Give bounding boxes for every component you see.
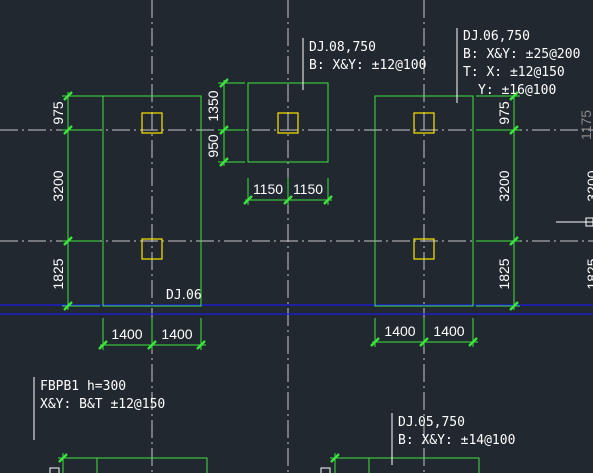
- dim-right-v-top: 975: [496, 101, 512, 125]
- label-dj06r-top: T: X: ±12@150: [463, 65, 565, 80]
- edge-text-2: 3200: [584, 170, 593, 201]
- label-dj06r-y: Y: ±16@100: [478, 83, 556, 98]
- dim-mid-v-top: 1350: [205, 90, 221, 121]
- grip-marker-bl[interactable]: [49, 467, 60, 473]
- label-fbpb-reinf: X&Y: B&T ±12@150: [40, 397, 165, 412]
- cad-drawing-canvas[interactable]: 975 3200 1825 1400 1400 1350 950 1150 11…: [0, 0, 593, 473]
- label-dj08-reinf: B: X&Y: ±12@100: [309, 58, 426, 73]
- dim-mid-h-right: 1150: [293, 181, 323, 197]
- dim-left-v-mid: 3200: [50, 170, 66, 201]
- dim-left-v-bot: 1825: [50, 258, 66, 289]
- edge-text-3: 1825: [584, 258, 593, 289]
- edge-text-1: 1175: [578, 110, 593, 140]
- dim-mid-v-bot: 950: [205, 134, 221, 158]
- label-dj06-left: DJ․06: [166, 288, 202, 303]
- label-fbpb-title: FBPB1 h=300: [40, 379, 126, 394]
- dim-right-v-mid: 3200: [496, 170, 512, 201]
- label-dj06r-bottom: B: X&Y: ±25@200: [463, 47, 580, 62]
- grip-marker-bm[interactable]: [320, 467, 331, 473]
- label-dj05-title: DJ․05,750: [398, 415, 465, 430]
- label-dj05-reinf: B: X&Y: ±14@100: [398, 433, 515, 448]
- dim-left-v-top: 975: [50, 101, 66, 125]
- dim-left-h-right: 1400: [161, 326, 192, 342]
- label-dj06r-title: DJ․06,750: [463, 29, 530, 44]
- dim-right-v-bot: 1825: [496, 258, 512, 289]
- dim-right-h-right: 1400: [433, 323, 464, 339]
- dim-right-h-left: 1400: [384, 323, 415, 339]
- foundation-plan: 975 3200 1825 1400 1400 1350 950 1150 11…: [0, 0, 593, 473]
- dim-left-h-left: 1400: [111, 326, 142, 342]
- dim-mid-h-left: 1150: [253, 181, 283, 197]
- label-dj08-title: DJ․08,750: [309, 40, 376, 55]
